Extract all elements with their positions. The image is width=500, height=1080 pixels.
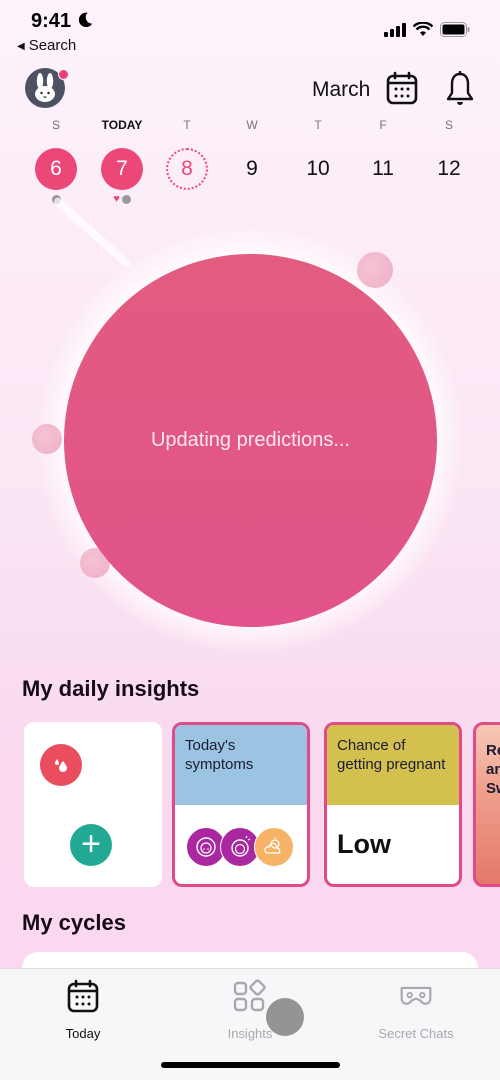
day-8[interactable]: T8 xyxy=(157,118,217,205)
tab-label: Secret Chats xyxy=(378,1026,454,1041)
plus-icon: + xyxy=(81,825,101,863)
day-markers xyxy=(353,193,413,205)
calendar-icon xyxy=(67,979,99,1013)
prediction-status-text: Updating predictions... xyxy=(150,429,350,451)
day-number[interactable]: 6 xyxy=(35,148,77,190)
period-drop-icon xyxy=(40,744,82,786)
day-markers xyxy=(419,193,479,205)
decorative-bubble xyxy=(357,252,393,288)
day-7[interactable]: TODAY 7 ♥ xyxy=(92,118,152,205)
wifi-icon xyxy=(413,22,433,36)
decorative-bubble xyxy=(32,424,62,454)
day-number[interactable]: 10 xyxy=(297,148,339,190)
day-number[interactable]: 12 xyxy=(428,148,470,190)
log-period-card[interactable]: + xyxy=(24,722,162,887)
insights-carousel[interactable]: + Today's symptoms Chance of getting pre… xyxy=(0,722,500,887)
weekday-label: T xyxy=(183,118,191,132)
day-markers xyxy=(157,193,217,205)
month-label[interactable]: March xyxy=(312,78,370,102)
cycle-prediction-circle[interactable]: Updating predictions... xyxy=(64,254,437,627)
pregnancy-card-title: Chance of getting pregnant xyxy=(327,725,459,805)
pregnancy-chance-card[interactable]: Chance of getting pregnant Low xyxy=(324,722,462,887)
home-indicator[interactable] xyxy=(161,1062,340,1068)
heart-icon: ♥ xyxy=(113,192,120,205)
grid-shapes-icon xyxy=(233,979,266,1012)
pregnancy-chance-value: Low xyxy=(337,829,391,859)
day-number[interactable]: 9 xyxy=(231,148,273,190)
day-10[interactable]: T 10 xyxy=(288,118,348,205)
my-cycles-title: My cycles xyxy=(22,910,126,935)
status-time: 9:41 xyxy=(31,10,72,32)
mask-icon xyxy=(400,986,432,1005)
week-strip: S 6 TODAY 7 ♥ T 8 W 9 T 10 F 11 S 12 xyxy=(0,118,500,218)
todays-symptoms-card[interactable]: Today's symptoms xyxy=(172,722,310,887)
day-markers: ♥ xyxy=(92,193,152,205)
system-icons xyxy=(384,22,470,37)
tab-label: Today xyxy=(65,1026,101,1041)
notification-dot xyxy=(58,69,69,80)
back-to-search-link[interactable]: ◀ Search xyxy=(17,37,76,54)
day-markers xyxy=(222,193,282,205)
battery-icon xyxy=(440,22,470,37)
back-triangle-icon: ◀ xyxy=(17,41,25,52)
note-dot-icon xyxy=(121,194,131,204)
symptoms-card-title: Today's symptoms xyxy=(175,725,307,805)
weekday-label: F xyxy=(379,118,387,132)
weekday-label: W xyxy=(246,118,258,132)
cloudy-sun-icon xyxy=(254,827,294,867)
story-card[interactable]: Re an Sw xyxy=(473,722,500,887)
day-9[interactable]: W9 xyxy=(222,118,282,205)
back-label: Search xyxy=(28,37,77,54)
story-card-title: Re an Sw xyxy=(486,742,500,797)
status-bar: 9:41 ◀ Search xyxy=(0,0,500,60)
day-number[interactable]: 8 xyxy=(166,148,208,190)
cellular-signal-icon xyxy=(384,22,406,37)
day-number[interactable]: 7 xyxy=(101,148,143,190)
calendar-icon[interactable] xyxy=(386,71,418,105)
touch-indicator xyxy=(266,998,304,1036)
bell-icon[interactable] xyxy=(445,71,475,107)
weekday-label: TODAY xyxy=(101,118,143,132)
moon-icon xyxy=(78,12,93,28)
day-11[interactable]: F 11 xyxy=(353,118,413,205)
day-6[interactable]: S6 xyxy=(26,118,86,205)
day-markers xyxy=(288,193,348,205)
day-number[interactable]: 11 xyxy=(362,148,404,190)
tab-secret-chats[interactable]: Secret Chats xyxy=(356,979,476,1041)
weekday-label: S xyxy=(444,118,453,132)
weekday-label: S xyxy=(51,118,60,132)
symptom-icons xyxy=(186,827,294,867)
day-12[interactable]: S 12 xyxy=(419,118,479,205)
weekday-label: T xyxy=(314,118,322,132)
add-log-button[interactable]: + xyxy=(70,824,112,866)
tab-today[interactable]: Today xyxy=(23,979,143,1041)
daily-insights-title: My daily insights xyxy=(22,676,200,701)
